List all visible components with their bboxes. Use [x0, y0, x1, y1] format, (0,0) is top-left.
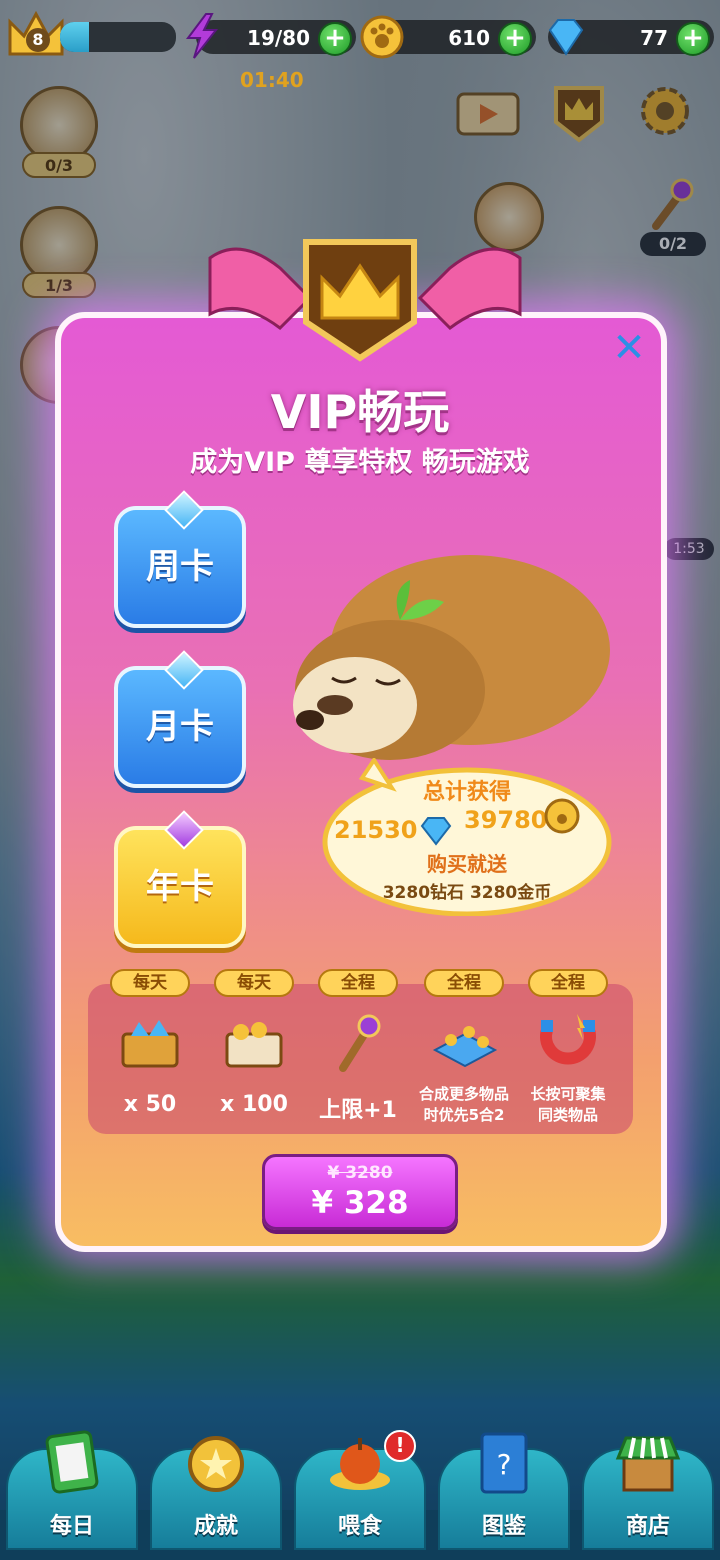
nav-label: 喂食 — [337, 1514, 382, 1539]
gems-value: 77 — [640, 26, 668, 50]
player-level-number: 8 — [26, 28, 50, 52]
diamond-icon — [548, 19, 584, 56]
year-card-button[interactable]: 年卡 — [114, 810, 246, 948]
coins-counter: 610 + — [360, 15, 536, 59]
perk-tag: 每天 — [214, 969, 294, 997]
perk-label: 上限+1 — [319, 1098, 397, 1123]
nav-label: 商店 — [625, 1514, 670, 1539]
perk-label: 合成更多物品 时优先5合2 — [418, 1085, 509, 1124]
diamond-icon — [420, 817, 452, 846]
perk-merge-priority: 全程 合成更多物品 时优先5合2 — [414, 969, 514, 1134]
coin-chest-icon — [225, 1022, 283, 1068]
energy-bolt-icon — [186, 13, 219, 59]
paw-coin-icon — [544, 798, 580, 834]
magnet-icon — [540, 1014, 596, 1065]
month-card-label: 月卡 — [146, 707, 214, 747]
week-card-label: 周卡 — [146, 547, 214, 587]
feed-apple-icon — [330, 1438, 390, 1490]
energy-timer: 01:40 — [240, 68, 304, 92]
svg-text:?: ? — [497, 1448, 512, 1481]
nav-item-shop[interactable]: 商店 — [576, 1430, 720, 1550]
perks-panel: 每天 x 50 每天 x 100 全程 上限+1 全程 合成更多物品 时优先5合… — [88, 969, 633, 1134]
perk-tag: 全程 — [424, 969, 504, 997]
energy-plus-button[interactable]: + — [318, 22, 352, 56]
player-level-badge[interactable]: 8 — [6, 10, 66, 60]
reward-speech-bubble: 总计获得 21530 39780 购买就送 3280钻石 3280金币 — [322, 758, 612, 916]
perk-label: x 100 — [220, 1092, 288, 1117]
year-card-label: 年卡 — [146, 867, 214, 907]
month-card-button[interactable]: 月卡 — [114, 650, 246, 788]
achievement-medal-icon — [188, 1436, 244, 1492]
perk-tag: 每天 — [110, 969, 190, 997]
perk-magnet-gather: 全程 长按可聚集 同类物品 — [518, 969, 618, 1134]
perk-tag: 全程 — [528, 969, 608, 997]
perk-label: x 50 — [123, 1092, 177, 1117]
xp-progress-bar — [60, 22, 176, 52]
sloth-pet-illustration — [293, 555, 610, 760]
buy-bonus-detail: 3280钻石 3280金币 — [382, 883, 552, 903]
modal-title: VIP畅玩 — [270, 385, 450, 439]
nav-item-daily[interactable]: 每日 — [0, 1430, 144, 1550]
nav-label: 每日 — [49, 1514, 94, 1539]
perk-daily-gems: 每天 x 50 — [100, 969, 200, 1134]
magic-wand-icon — [339, 1014, 381, 1072]
nav-label: 成就 — [193, 1514, 238, 1539]
coins-value: 610 — [448, 26, 490, 50]
energy-counter: 19/80 + — [186, 13, 356, 59]
buy-button[interactable]: ¥ 3280 ¥ 328 — [262, 1154, 458, 1230]
current-price: ¥ 328 — [311, 1185, 409, 1221]
paw-coin-icon — [360, 15, 404, 59]
xp-progress-fill — [60, 22, 89, 52]
original-price: ¥ 3280 — [327, 1163, 393, 1183]
week-card-button[interactable]: 周卡 — [114, 490, 246, 628]
coins-total-value: 39780 — [464, 806, 548, 834]
top-hud: 8 19/80 + 610 + 77 + 01:40 — [0, 6, 720, 92]
shop-stall-icon — [615, 1436, 681, 1492]
merge-tiles-icon — [432, 1026, 498, 1068]
alert-badge-icon: ! — [384, 1430, 416, 1462]
perk-tag: 全程 — [318, 969, 398, 997]
gem-chest-icon — [121, 1020, 179, 1068]
collection-book-icon: ? — [480, 1432, 528, 1494]
perk-label: 长按可聚集 同类物品 — [530, 1085, 606, 1124]
nav-item-collection[interactable]: ? 图鉴 — [432, 1430, 576, 1550]
energy-value: 19/80 — [247, 26, 310, 50]
modal-subtitle: 成为VIP 尊享特权 畅玩游戏 — [190, 447, 530, 478]
perk-daily-coins: 每天 x 100 — [204, 969, 304, 1134]
gems-plus-button[interactable]: + — [676, 22, 710, 56]
perk-wand-limit: 全程 上限+1 — [308, 969, 408, 1134]
nav-label: 图鉴 — [481, 1514, 526, 1539]
gems-total-value: 21530 — [334, 816, 418, 844]
coins-plus-button[interactable]: + — [498, 22, 532, 56]
daily-tasks-icon — [45, 1430, 99, 1494]
vip-crown-badge-icon — [303, 239, 417, 362]
buy-bonus-label: 购买就送 — [427, 852, 507, 876]
gems-counter: 77 + — [548, 19, 714, 56]
close-button[interactable]: ✕ — [607, 326, 651, 370]
nav-item-achievement[interactable]: 成就 — [144, 1430, 288, 1550]
bottom-nav: 每日 成就 ! 喂食 ? 图鉴 商店 — [0, 1420, 720, 1560]
nav-item-feed[interactable]: ! 喂食 — [288, 1430, 432, 1550]
